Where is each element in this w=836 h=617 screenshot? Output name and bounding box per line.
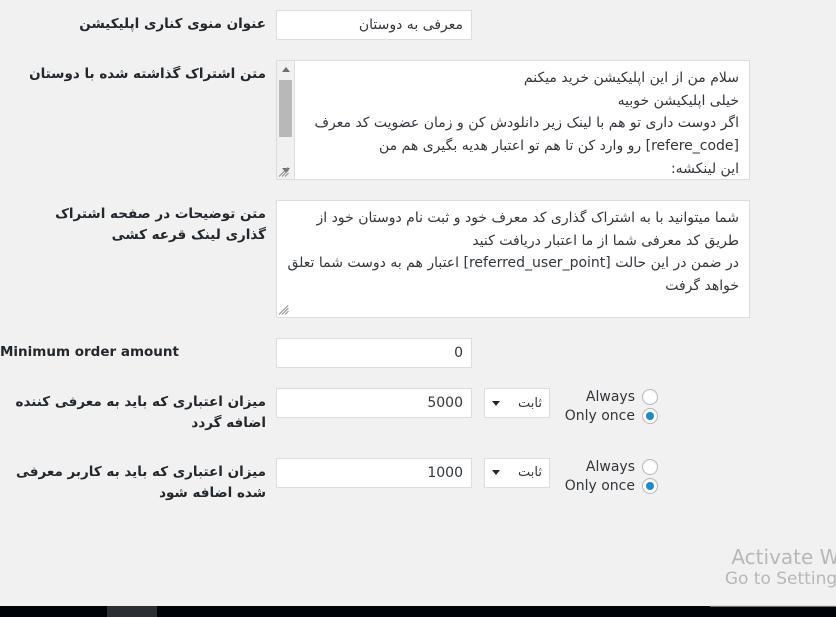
label-share-text: متن اشتراک گذاشته شده با دوستان bbox=[0, 50, 276, 190]
field-cell-referred-user-credit: ثابت Always Only once bbox=[276, 448, 836, 518]
share-text-content: سلام من از این اپلیکیشن خرید میکنم خیلی … bbox=[314, 70, 740, 177]
label-text: متن اشتراک گذاشته شده با دوستان bbox=[29, 66, 266, 82]
share-text-textarea[interactable]: سلام من از این اپلیکیشن خرید میکنم خیلی … bbox=[276, 60, 750, 180]
form-row-share-text: سلام من از این اپلیکیشن خرید میکنم خیلی … bbox=[0, 50, 836, 190]
scrollbar-thumb[interactable] bbox=[279, 80, 292, 137]
referrer-credit-type-select[interactable]: ثابت bbox=[484, 388, 550, 418]
label-app-menu-title: عنوان منوی کناری اپلیکیشن bbox=[0, 0, 276, 50]
textarea-scrollbar[interactable] bbox=[277, 61, 295, 179]
form-row-referrer-credit: ثابت Always Only once bbox=[0, 378, 836, 448]
textarea-resize-grip-icon[interactable] bbox=[278, 165, 291, 177]
share-text-textarea-wrapper: سلام من از این اپلیکیشن خرید میکنم خیلی … bbox=[276, 60, 750, 180]
watermark-line-2: Go to Settings bbox=[724, 569, 836, 589]
field-cell-lottery-share-description: شما میتوانید با به اشتراک گذاری کد معرف … bbox=[276, 190, 836, 328]
minimum-order-amount-input[interactable] bbox=[276, 338, 472, 368]
watermark-line-1: Activate W bbox=[731, 545, 836, 569]
form-row-referred-user-credit: ثابت Always Only once bbox=[0, 448, 836, 518]
form-row-app-menu-title: عنوان منوی کناری اپلیکیشن bbox=[0, 0, 836, 50]
settings-form-table: عنوان منوی کناری اپلیکیشن bbox=[0, 0, 836, 518]
label-text: عنوان منوی کناری اپلیکیشن bbox=[79, 16, 266, 32]
referred-user-credit-frequency-radios: Always Only once bbox=[562, 458, 658, 494]
lottery-description-textarea-wrapper: شما میتوانید با به اشتراک گذاری کد معرف … bbox=[276, 200, 750, 318]
chevron-down-icon bbox=[492, 400, 500, 406]
label-lottery-share-description: متن توضیحات در صفحه اشتراک گذاری لینک قر… bbox=[0, 190, 276, 328]
textarea-resize-grip-icon[interactable] bbox=[278, 303, 291, 315]
field-cell-app-menu-title bbox=[276, 0, 836, 50]
windows-activation-watermark: Activate W Go to Settings bbox=[725, 546, 836, 591]
label-referred-user-credit: میزان اعتباری که باید به کاربر معرفی شده… bbox=[0, 448, 276, 518]
label-text: میزان اعتباری که باید به کاربر معرفی شده… bbox=[15, 463, 266, 501]
select-value: ثابت bbox=[518, 395, 542, 411]
radio-button[interactable] bbox=[642, 458, 658, 475]
radio-button[interactable] bbox=[642, 408, 658, 424]
radio-button[interactable] bbox=[642, 477, 658, 494]
referrer-credit-frequency-radios: Always Only once bbox=[562, 388, 658, 424]
scroll-up-arrow-icon[interactable] bbox=[277, 61, 294, 78]
field-cell-share-text: سلام من از این اپلیکیشن خرید میکنم خیلی … bbox=[276, 50, 836, 190]
scrollbar-track[interactable] bbox=[277, 78, 294, 162]
radio-referrer-only-once[interactable]: Only once bbox=[565, 408, 658, 424]
radio-referred-always[interactable]: Always bbox=[585, 458, 658, 475]
lottery-description-content: شما میتوانید با به اشتراک گذاری کد معرف … bbox=[287, 210, 739, 295]
select-value: ثابت bbox=[518, 465, 542, 481]
form-row-minimum-order-amount: Minimum order amount bbox=[0, 328, 836, 378]
label-minimum-order-amount: Minimum order amount bbox=[0, 328, 276, 378]
lottery-description-textarea[interactable]: شما میتوانید با به اشتراک گذاری کد معرف … bbox=[276, 200, 750, 318]
field-cell-referrer-credit: ثابت Always Only once bbox=[276, 378, 836, 448]
field-cell-minimum-order-amount bbox=[276, 328, 836, 378]
radio-label: Only once bbox=[564, 477, 635, 494]
taskbar-strip bbox=[0, 605, 836, 617]
referred-user-credit-type-select[interactable]: ثابت bbox=[484, 457, 550, 488]
form-row-lottery-share-description: شما میتوانید با به اشتراک گذاری کد معرف … bbox=[0, 190, 836, 328]
chevron-down-icon bbox=[492, 470, 500, 476]
radio-label: Always bbox=[585, 458, 635, 475]
taskbar-active-tile[interactable] bbox=[107, 606, 157, 617]
taskbar-highlight-edge bbox=[710, 605, 836, 607]
label-referrer-credit: میزان اعتباری که باید به معرفی کننده اضا… bbox=[0, 378, 276, 448]
app-menu-title-input[interactable] bbox=[276, 10, 472, 40]
referred-user-credit-amount-input[interactable] bbox=[276, 457, 472, 488]
radio-referrer-always[interactable]: Always bbox=[586, 389, 658, 405]
radio-referred-only-once[interactable]: Only once bbox=[564, 477, 658, 494]
label-text: Minimum order amount bbox=[0, 344, 179, 360]
referrer-credit-amount-input[interactable] bbox=[276, 388, 472, 418]
label-text: متن توضیحات در صفحه اشتراک گذاری لینک قر… bbox=[55, 206, 266, 243]
label-text: میزان اعتباری که باید به معرفی کننده اضا… bbox=[15, 394, 266, 431]
radio-label: Only once bbox=[564, 408, 635, 424]
radio-label: Always bbox=[585, 389, 635, 405]
radio-button[interactable] bbox=[642, 389, 658, 405]
